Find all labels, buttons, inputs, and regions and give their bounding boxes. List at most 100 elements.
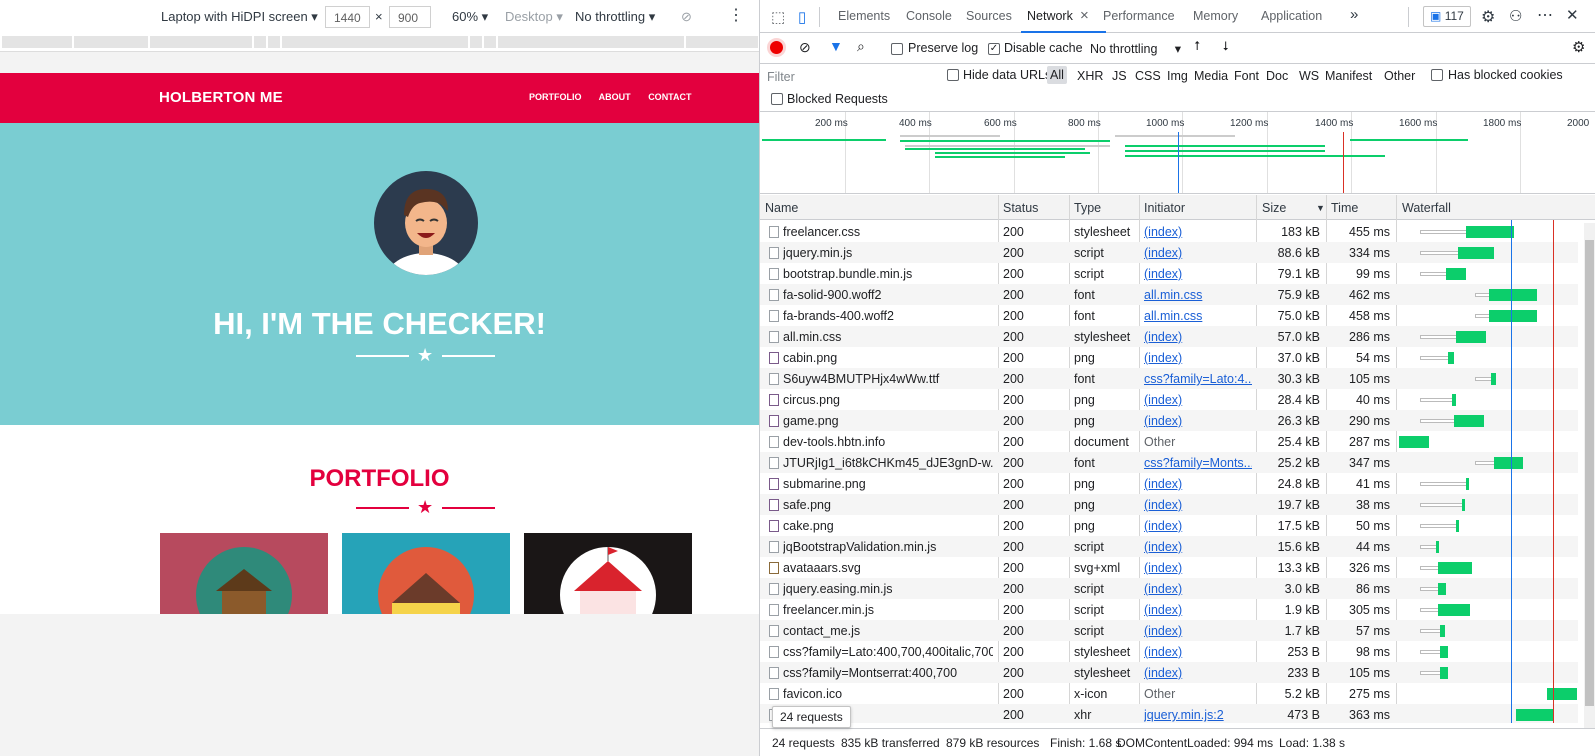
cell-initiator[interactable]: css?family=Monts... [1144,456,1252,470]
tab-memory[interactable]: Memory [1193,9,1238,23]
throttling-select[interactable]: No throttling ▾ [575,9,655,25]
search-icon[interactable]: ⌕ [857,38,865,55]
table-row[interactable]: 200 xhr jquery.min.js:2 473 B 363 ms [760,704,1578,723]
cell-initiator[interactable]: (index) [1144,603,1252,617]
table-row[interactable]: jquery.easing.min.js 200 script (index) 3.0 … [760,578,1578,599]
import-har-icon[interactable]: ⭡ [1194,39,1200,54]
cell-initiator[interactable]: (index) [1144,393,1252,407]
record-icon[interactable] [767,38,786,57]
cell-initiator[interactable]: all.min.css [1144,288,1252,302]
cell-initiator[interactable]: (index) [1144,414,1252,428]
portfolio-item-cake[interactable] [342,533,510,614]
cell-initiator[interactable]: all.min.css [1144,309,1252,323]
col-type[interactable]: Type [1074,201,1101,215]
filter-xhr[interactable]: XHR [1077,69,1103,83]
filter-icon[interactable]: ▼ [829,38,843,54]
more-icon[interactable]: ⋮ [728,5,744,25]
cell-initiator[interactable]: (index) [1144,225,1252,239]
cell-initiator[interactable]: (index) [1144,477,1252,491]
tab-application[interactable]: Application [1261,9,1322,23]
cell-initiator[interactable]: (index) [1144,246,1252,260]
zoom-select[interactable]: 60% ▾ [452,9,488,25]
col-initiator[interactable]: Initiator [1144,201,1185,215]
filter-ws[interactable]: WS [1299,69,1319,83]
inspect-icon[interactable]: ⬚ [771,8,785,26]
table-row[interactable]: css?family=Montserrat:400,700 200 styleshe… [760,662,1578,683]
filter-media[interactable]: Media [1194,69,1228,83]
network-throttling-select[interactable]: No throttling ▾ [1090,41,1181,56]
preserve-log-checkbox[interactable] [891,43,903,55]
portfolio-item-cabin[interactable] [160,533,328,614]
filter-doc[interactable]: Doc [1266,69,1288,83]
portfolio-item-circus[interactable] [524,533,692,614]
col-time[interactable]: Time [1331,201,1358,215]
media-query-ruler[interactable] [0,34,759,52]
device-toggle-icon[interactable]: ▯ [798,8,806,26]
table-row[interactable]: game.png 200 png (index) 26.3 kB 290 ms [760,410,1578,431]
filter-js[interactable]: JS [1112,69,1127,83]
more-tabs-icon[interactable]: » [1350,6,1358,23]
table-row[interactable]: freelancer.min.js 200 script (index) 1.9 kB 3… [760,599,1578,620]
scrollbar-thumb[interactable] [1585,240,1594,706]
tab-console[interactable]: Console [906,9,952,23]
table-row[interactable]: fa-solid-900.woff2 200 font all.min.css 75.9… [760,284,1578,305]
close-tab-icon[interactable]: × [1080,7,1089,24]
table-row[interactable]: cabin.png 200 png (index) 37.0 kB 54 ms [760,347,1578,368]
filter-manifest[interactable]: Manifest [1325,69,1372,83]
cell-initiator[interactable]: (index) [1144,624,1252,638]
device-select[interactable]: Laptop with HiDPI screen ▾ [161,9,318,25]
rotate-icon[interactable]: ⊘ [681,9,692,25]
blocked-cookies-checkbox[interactable] [1431,69,1443,81]
tab-sources[interactable]: Sources [966,9,1012,23]
network-overview[interactable]: 200 ms 400 ms 600 ms 800 ms 1000 ms 1200… [760,112,1595,194]
table-row[interactable]: S6uyw4BMUTPHjx4wWw.ttf 200 font css?family=… [760,368,1578,389]
clear-icon[interactable]: ⊘ [799,39,811,56]
table-row[interactable]: cake.png 200 png (index) 17.5 kB 50 ms [760,515,1578,536]
cell-initiator[interactable]: (index) [1144,645,1252,659]
mode-select[interactable]: Desktop ▾ [505,9,563,25]
export-har-icon[interactable]: ⭣ [1223,39,1229,54]
table-row[interactable]: jqBootstrapValidation.min.js 200 script (in… [760,536,1578,557]
nav-about[interactable]: ABOUT [599,92,631,102]
table-row[interactable]: dev-tools.hbtn.info 200 document Other 25.4 … [760,431,1578,452]
cell-initiator[interactable]: (index) [1144,267,1252,281]
cell-initiator[interactable]: css?family=Lato:4... [1144,372,1252,386]
filter-css[interactable]: CSS [1135,69,1161,83]
hide-data-urls-checkbox[interactable] [947,69,959,81]
col-name[interactable]: Name [765,201,798,215]
tab-elements[interactable]: Elements [838,9,890,23]
close-devtools-icon[interactable]: ✕ [1566,6,1579,24]
filter-other[interactable]: Other [1384,69,1415,83]
settings-icon[interactable]: ⚙ [1481,7,1495,27]
cell-initiator[interactable]: (index) [1144,582,1252,596]
devtools-menu-icon[interactable]: ⋯ [1537,5,1553,25]
table-row[interactable]: safe.png 200 png (index) 19.7 kB 38 ms [760,494,1578,515]
cell-initiator[interactable]: (index) [1144,666,1252,680]
network-settings-icon[interactable]: ⚙ [1572,38,1585,56]
col-status[interactable]: Status [1003,201,1038,215]
issues-badge[interactable]: ▣ 117 [1423,6,1471,27]
cell-initiator[interactable]: (index) [1144,498,1252,512]
tab-network[interactable]: Network [1027,9,1073,23]
table-row[interactable]: avataaars.svg 200 svg+xml (index) 13.3 kB 326… [760,557,1578,578]
height-input[interactable]: 900 [389,6,431,28]
table-row[interactable]: fa-brands-400.woff2 200 font all.min.css 75.… [760,305,1578,326]
cell-initiator[interactable]: (index) [1144,561,1252,575]
width-input[interactable]: 1440 [325,6,370,28]
cell-initiator[interactable]: (index) [1144,351,1252,365]
cell-initiator[interactable]: jquery.min.js:2 [1144,708,1252,722]
table-row[interactable]: all.min.css 200 stylesheet (index) 57.0 kB 28… [760,326,1578,347]
table-row[interactable]: submarine.png 200 png (index) 24.8 kB 41 ms [760,473,1578,494]
filter-all[interactable]: All [1047,66,1067,84]
table-row[interactable]: contact_me.js 200 script (index) 1.7 kB 57 ms [760,620,1578,641]
nav-portfolio[interactable]: PORTFOLIO [529,92,582,102]
customize-icon[interactable]: ⚇ [1509,7,1522,25]
cell-initiator[interactable]: (index) [1144,540,1252,554]
table-row[interactable]: favicon.ico 200 x-icon Other 5.2 kB 275 ms [760,683,1578,704]
site-brand[interactable]: HOLBERTON ME [159,89,283,106]
filter-input[interactable]: Filter [767,70,795,84]
filter-font[interactable]: Font [1234,69,1259,83]
table-row[interactable]: circus.png 200 png (index) 28.4 kB 40 ms [760,389,1578,410]
nav-contact[interactable]: CONTACT [648,92,691,102]
table-row[interactable]: css?family=Lato:400,700,400italic,700i..… [760,641,1578,662]
